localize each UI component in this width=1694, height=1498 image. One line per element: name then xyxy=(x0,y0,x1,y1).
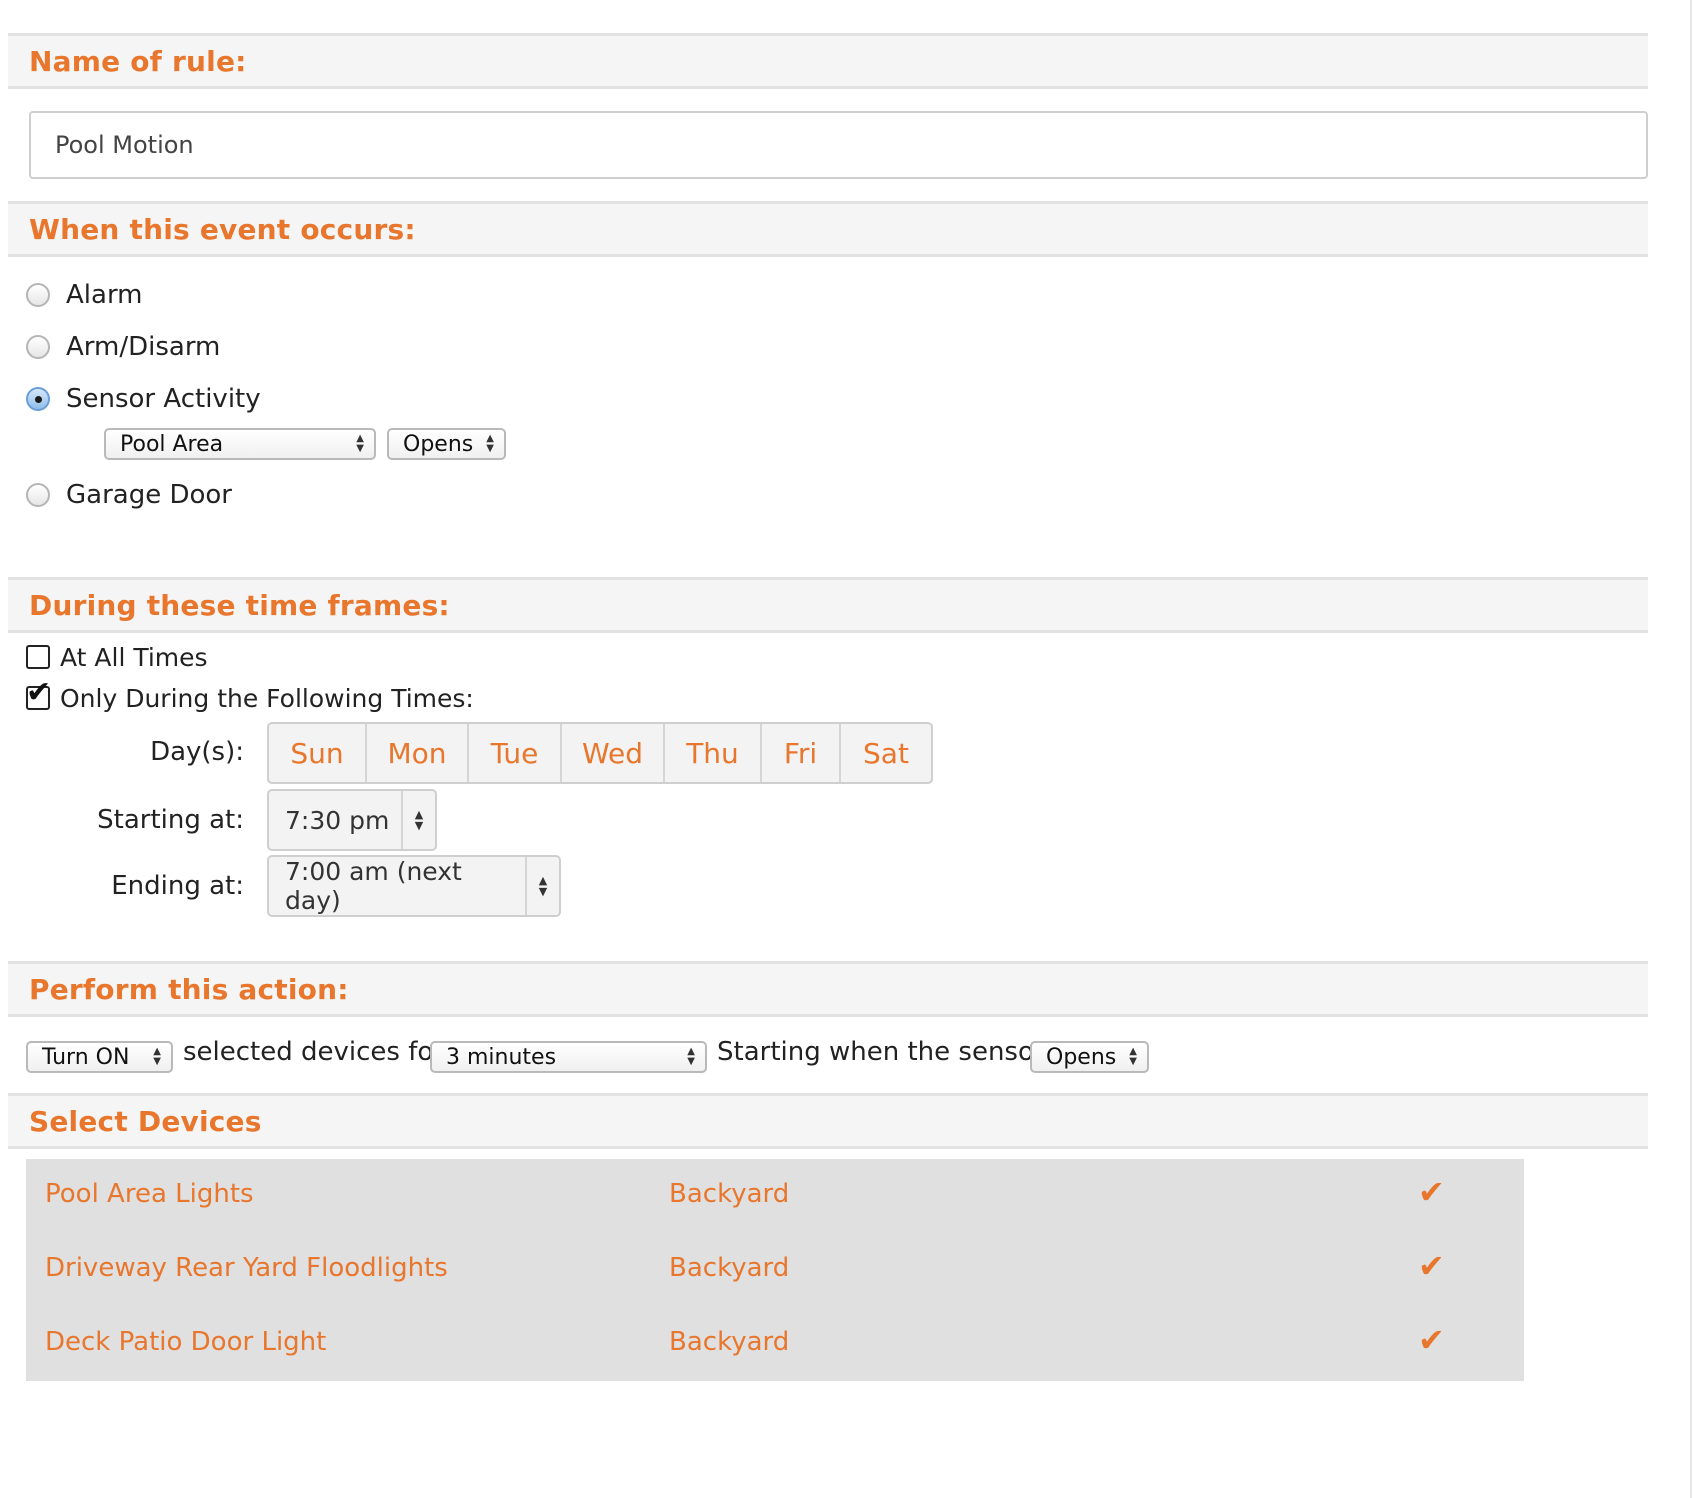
checkmark-icon: ✔ xyxy=(26,675,52,710)
following-times-checkbox[interactable]: ✔ xyxy=(26,678,51,710)
updown-arrows-icon: ▲ ▼ xyxy=(401,791,435,849)
event-option-arm-disarm[interactable]: Arm/Disarm xyxy=(26,327,220,367)
day-button-tue[interactable]: Tue xyxy=(469,724,562,782)
event-option-sensor-activity[interactable]: Sensor Activity xyxy=(26,379,261,419)
table-row[interactable]: Driveway Rear Yard Floodlights Backyard … xyxy=(26,1233,1524,1307)
event-option-label: Sensor Activity xyxy=(66,384,261,414)
duration-select[interactable]: 3 minutes ▲ ▼ xyxy=(430,1041,707,1073)
day-button-mon[interactable]: Mon xyxy=(367,724,469,782)
page-right-border xyxy=(1690,0,1692,1498)
updown-arrows-icon: ▲ ▼ xyxy=(1129,1046,1137,1067)
day-button-sun[interactable]: Sun xyxy=(269,724,367,782)
at-all-times-label: At All Times xyxy=(60,642,208,672)
checkmark-icon[interactable]: ✔ xyxy=(1418,1173,1445,1211)
end-time-label: Ending at: xyxy=(111,871,244,901)
devices-table: Pool Area Lights Backyard ✔ Driveway Rea… xyxy=(26,1159,1524,1381)
start-time-select[interactable]: 7:30 pm ▲ ▼ xyxy=(267,789,437,851)
section-header-action: Perform this action: xyxy=(8,961,1648,1017)
end-time-select[interactable]: 7:00 am (next day) ▲ ▼ xyxy=(267,855,561,917)
action-text-starting-when: Starting when the sensor xyxy=(717,1037,1045,1067)
rule-editor-form: Name of rule: When this event occurs: Al… xyxy=(8,33,1648,1399)
table-row[interactable]: Deck Patio Door Light Backyard ✔ xyxy=(26,1307,1524,1381)
radio-alarm[interactable] xyxy=(26,283,50,307)
action-text-devices-for: selected devices for xyxy=(183,1037,444,1067)
trigger-select-value: Opens xyxy=(1046,1044,1117,1070)
section-body-event: Alarm Arm/Disarm Sensor Activity Pool Ar… xyxy=(8,257,1648,577)
section-header-time: During these time frames: xyxy=(8,577,1648,633)
section-body-time: At All Times ✔ Only During the Following… xyxy=(8,633,1648,961)
day-button-wed[interactable]: Wed xyxy=(562,724,665,782)
device-zone: Backyard xyxy=(669,1327,790,1357)
updown-arrows-icon: ▲ ▼ xyxy=(153,1046,161,1067)
device-name: Deck Patio Door Light xyxy=(45,1327,327,1357)
device-name: Pool Area Lights xyxy=(45,1179,254,1209)
section-title-devices: Select Devices xyxy=(29,1104,262,1138)
day-button-thu[interactable]: Thu xyxy=(665,724,762,782)
sensor-select-value: Pool Area xyxy=(120,431,224,457)
checkmark-icon[interactable]: ✔ xyxy=(1418,1321,1445,1359)
day-button-sat[interactable]: Sat xyxy=(841,724,931,782)
start-time-value: 7:30 pm xyxy=(285,805,390,835)
updown-arrows-icon: ▲ ▼ xyxy=(486,433,494,454)
sensor-select[interactable]: Pool Area ▲ ▼ xyxy=(104,428,376,460)
event-option-label: Arm/Disarm xyxy=(66,332,221,362)
start-time-label: Starting at: xyxy=(97,805,244,835)
day-selector: Sun Mon Tue Wed Thu Fri Sat xyxy=(267,722,933,784)
action-select-value: Turn ON xyxy=(42,1044,130,1070)
following-times-label: Only During the Following Times: xyxy=(60,683,474,713)
action-select[interactable]: Turn ON ▲ ▼ xyxy=(26,1041,173,1073)
section-title-name: Name of rule: xyxy=(29,44,247,78)
device-name: Driveway Rear Yard Floodlights xyxy=(45,1253,448,1283)
checkmark-icon[interactable]: ✔ xyxy=(1418,1247,1445,1285)
rule-name-input[interactable] xyxy=(29,111,1648,179)
sensor-state-select-value: Opens xyxy=(403,431,474,457)
event-option-garage-door[interactable]: Garage Door xyxy=(26,475,232,515)
event-option-alarm[interactable]: Alarm xyxy=(26,275,143,315)
section-body-action: Turn ON ▲ ▼ selected devices for 3 minute… xyxy=(8,1017,1648,1093)
device-zone: Backyard xyxy=(669,1179,790,1209)
trigger-select[interactable]: Opens ▲ ▼ xyxy=(1030,1041,1149,1073)
at-all-times-option[interactable]: At All Times xyxy=(26,639,208,675)
radio-sensor-activity[interactable] xyxy=(26,387,50,411)
section-title-time: During these time frames: xyxy=(29,588,450,622)
end-time-value: 7:00 am (next day) xyxy=(285,857,462,915)
device-zone: Backyard xyxy=(669,1253,790,1283)
section-body-name xyxy=(8,89,1648,201)
updown-arrows-icon: ▲ ▼ xyxy=(525,857,559,915)
sensor-state-select[interactable]: Opens ▲ ▼ xyxy=(387,428,506,460)
section-title-event: When this event occurs: xyxy=(29,212,416,246)
at-all-times-checkbox[interactable] xyxy=(26,645,50,669)
table-row[interactable]: Pool Area Lights Backyard ✔ xyxy=(26,1159,1524,1233)
event-option-label: Alarm xyxy=(66,280,143,310)
day-button-fri[interactable]: Fri xyxy=(762,724,841,782)
section-body-devices: Pool Area Lights Backyard ✔ Driveway Rea… xyxy=(8,1149,1648,1399)
following-times-option[interactable]: ✔ Only During the Following Times: xyxy=(26,678,474,716)
section-header-devices: Select Devices xyxy=(8,1093,1648,1149)
duration-select-value: 3 minutes xyxy=(446,1044,557,1070)
event-option-label: Garage Door xyxy=(66,480,232,510)
updown-arrows-icon: ▲ ▼ xyxy=(687,1046,695,1067)
section-title-action: Perform this action: xyxy=(29,972,349,1006)
updown-arrows-icon: ▲ ▼ xyxy=(356,433,364,454)
section-header-event: When this event occurs: xyxy=(8,201,1648,257)
days-label: Day(s): xyxy=(150,737,244,767)
radio-arm-disarm[interactable] xyxy=(26,335,50,359)
radio-garage-door[interactable] xyxy=(26,483,50,507)
section-header-name: Name of rule: xyxy=(8,33,1648,89)
